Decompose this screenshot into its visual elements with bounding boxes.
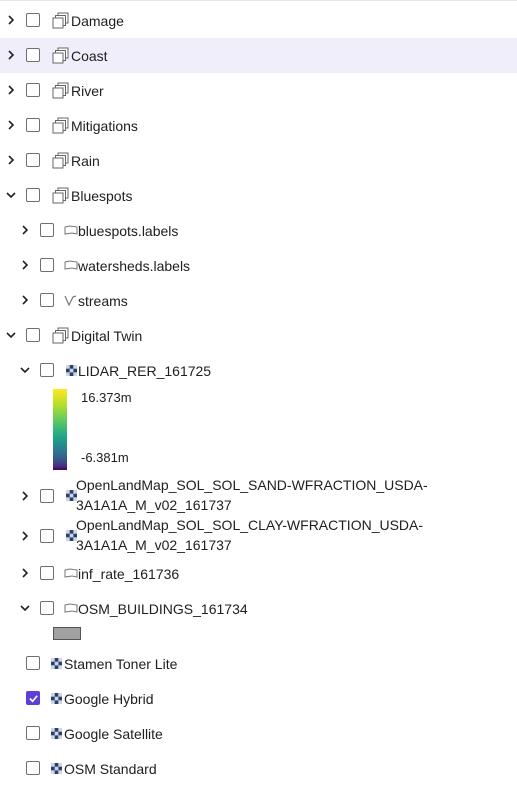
layer-row-streams[interactable]: streams <box>0 283 517 318</box>
chevron-right-icon[interactable] <box>5 14 17 26</box>
layer-label-line1: OpenLandMap_SOL_SOL_CLAY-WFRACTION_USDA- <box>76 517 424 533</box>
basemap-label: Google Hybrid <box>64 691 154 707</box>
legend-min-value: -6.381m <box>81 450 129 465</box>
basemap-label: Stamen Toner Lite <box>64 656 178 672</box>
raster-icon <box>51 693 62 704</box>
layer-checkbox-inf-rate[interactable] <box>40 566 54 580</box>
layer-group-icon <box>52 327 69 344</box>
raster-icon <box>66 365 77 376</box>
raster-icon <box>51 728 62 739</box>
chevron-right-icon[interactable] <box>19 259 31 271</box>
basemap-checkbox-osm-standard[interactable] <box>26 761 40 775</box>
raster-icon <box>51 658 62 669</box>
layer-checkbox-river[interactable] <box>26 83 40 97</box>
layer-row-coast[interactable]: Coast <box>0 38 517 73</box>
layer-checkbox-watersheds-labels[interactable] <box>40 258 54 272</box>
layer-row-osm-buildings[interactable]: OSM_BUILDINGS_161734 <box>0 591 517 626</box>
layer-label: Damage <box>71 13 124 29</box>
chevron-down-icon[interactable] <box>19 364 31 376</box>
basemap-row-osm-standard[interactable]: OSM Standard <box>0 751 517 786</box>
checkmark-icon <box>28 694 38 702</box>
polygon-icon <box>64 260 78 270</box>
basemap-label: OSM Standard <box>64 761 157 777</box>
layer-label: Digital Twin <box>71 328 143 344</box>
layer-checkbox-lidar[interactable] <box>40 363 54 377</box>
layer-label-line1: OpenLandMap_SOL_SOL_SAND-WFRACTION_USDA- <box>76 477 428 493</box>
layer-checkbox-bluespots[interactable] <box>26 188 40 202</box>
layer-group-icon <box>52 82 69 99</box>
chevron-right-icon[interactable] <box>5 84 17 96</box>
chevron-right-icon[interactable] <box>5 119 17 131</box>
layer-label: inf_rate_161736 <box>78 566 180 582</box>
layer-checkbox-streams[interactable] <box>40 293 54 307</box>
layer-label: Bluespots <box>71 188 133 204</box>
chevron-right-icon[interactable] <box>19 567 31 579</box>
layer-row-bluespots-labels[interactable]: bluespots.labels <box>0 213 517 248</box>
layer-group-icon <box>52 12 69 29</box>
basemap-checkbox-stamen[interactable] <box>26 656 40 670</box>
polygon-icon <box>64 568 78 578</box>
basemap-row-stamen[interactable]: Stamen Toner Lite <box>0 646 517 681</box>
layer-label: LIDAR_RER_161725 <box>78 363 212 379</box>
chevron-right-icon[interactable] <box>19 224 31 236</box>
layer-label: River <box>71 83 104 99</box>
chevron-down-icon[interactable] <box>5 329 17 341</box>
layer-checkbox-damage[interactable] <box>26 13 40 27</box>
layer-row-inf-rate[interactable]: inf_rate_161736 <box>0 556 517 591</box>
layer-group-icon <box>52 47 69 64</box>
layer-row-watersheds-labels[interactable]: watersheds.labels <box>0 248 517 283</box>
chevron-down-icon[interactable] <box>19 602 31 614</box>
raster-icon <box>51 763 62 774</box>
layer-label-line2: 3A1A1A_M_v02_161737 <box>76 497 232 513</box>
layer-label-line2: 3A1A1A_M_v02_161737 <box>76 537 232 553</box>
chevron-right-icon[interactable] <box>5 154 17 166</box>
chevron-right-icon[interactable] <box>19 490 31 502</box>
layer-checkbox-osm-buildings[interactable] <box>40 601 54 615</box>
layer-checkbox-sand[interactable] <box>40 489 54 503</box>
chevron-down-icon[interactable] <box>5 189 17 201</box>
layer-group-icon <box>52 117 69 134</box>
chevron-right-icon[interactable] <box>5 49 17 61</box>
layer-label: Rain <box>71 153 100 169</box>
layer-row-mitigations[interactable]: Mitigations <box>0 108 517 143</box>
layer-label: watersheds.labels <box>78 258 191 274</box>
layer-checkbox-rain[interactable] <box>26 153 40 167</box>
layer-checkbox-bluespots-labels[interactable] <box>40 223 54 237</box>
layer-checkbox-digital-twin[interactable] <box>26 328 40 342</box>
color-ramp-legend <box>53 389 67 470</box>
legend-max-value: 16.373m <box>81 390 132 405</box>
basemap-row-google-satellite[interactable]: Google Satellite <box>0 716 517 751</box>
legend-swatch <box>53 627 81 640</box>
layer-row-bluespots[interactable]: Bluespots <box>0 178 517 213</box>
chevron-right-icon[interactable] <box>19 294 31 306</box>
layer-row-sand[interactable]: OpenLandMap_SOL_SOL_SAND-WFRACTION_USDA-… <box>0 477 517 516</box>
layer-label: streams <box>78 293 128 309</box>
basemap-checkbox-google-satellite[interactable] <box>26 726 40 740</box>
chevron-right-icon[interactable] <box>19 530 31 542</box>
basemap-row-google-hybrid[interactable]: Google Hybrid <box>0 681 517 716</box>
layer-group-icon <box>52 187 69 204</box>
layer-checkbox-mitigations[interactable] <box>26 118 40 132</box>
layer-label: Coast <box>71 48 108 64</box>
layer-label: bluespots.labels <box>78 223 179 239</box>
layer-label: Mitigations <box>71 118 138 134</box>
layer-checkbox-clay[interactable] <box>40 529 54 543</box>
layer-row-damage[interactable]: Damage <box>0 3 517 38</box>
layer-row-lidar[interactable]: LIDAR_RER_161725 <box>0 353 517 388</box>
layer-group-icon <box>52 152 69 169</box>
line-icon <box>64 295 77 307</box>
polygon-icon <box>64 225 78 235</box>
basemap-label: Google Satellite <box>64 726 163 742</box>
basemap-checkbox-google-hybrid[interactable] <box>26 691 40 705</box>
layer-tree-panel: Damage Coast River Mitigations Rain Blue… <box>0 0 517 807</box>
layer-label: OSM_BUILDINGS_161734 <box>78 601 248 617</box>
layer-row-river[interactable]: River <box>0 73 517 108</box>
layer-row-digital-twin[interactable]: Digital Twin <box>0 318 517 353</box>
layer-row-rain[interactable]: Rain <box>0 143 517 178</box>
layer-checkbox-coast[interactable] <box>26 48 40 62</box>
layer-row-clay[interactable]: OpenLandMap_SOL_SOL_CLAY-WFRACTION_USDA-… <box>0 517 517 556</box>
polygon-icon <box>64 603 78 613</box>
